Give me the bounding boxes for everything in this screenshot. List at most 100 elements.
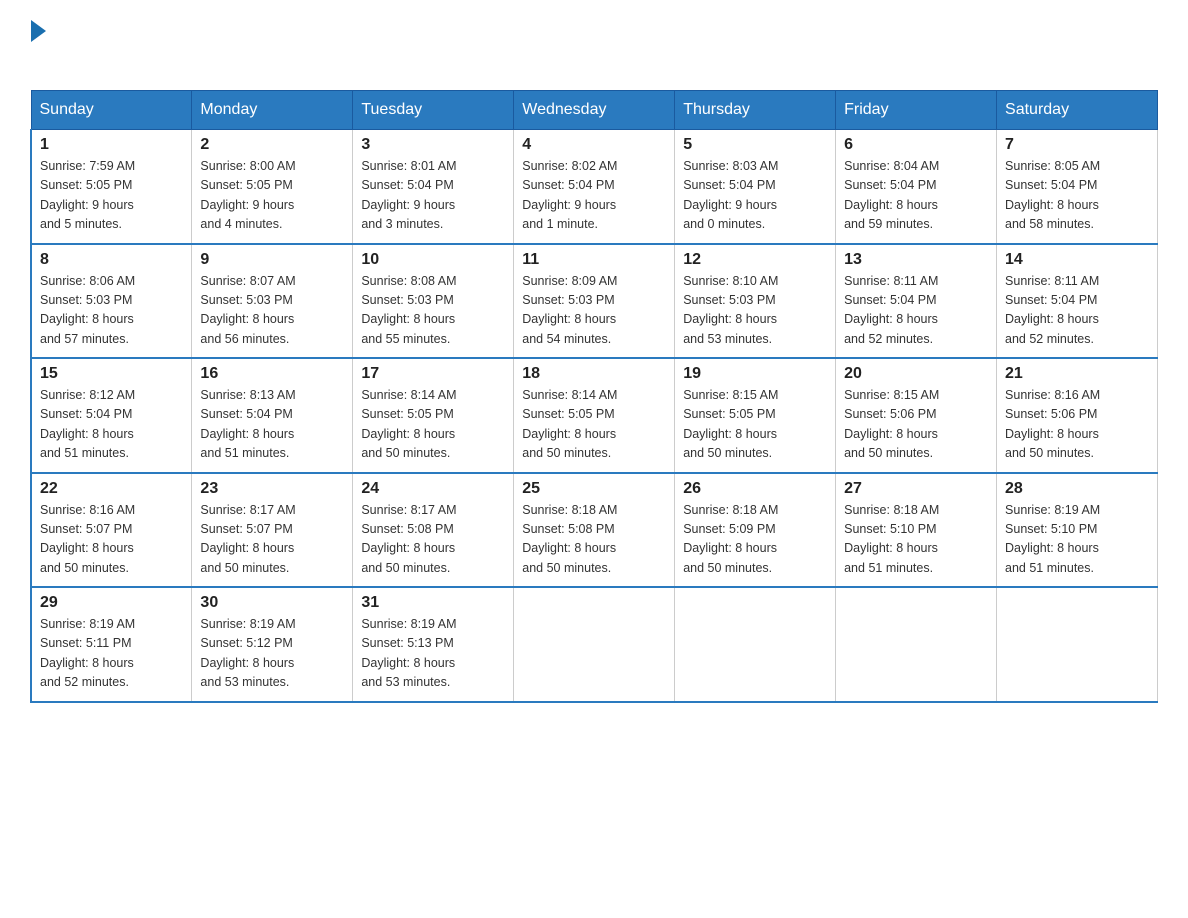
- day-info: Sunrise: 8:14 AMSunset: 5:05 PMDaylight:…: [522, 386, 666, 464]
- column-header-sunday: Sunday: [31, 91, 192, 130]
- day-number: 1: [40, 136, 183, 154]
- day-number: 10: [361, 251, 505, 269]
- day-number: 7: [1005, 136, 1149, 154]
- calendar-cell: 13 Sunrise: 8:11 AMSunset: 5:04 PMDaylig…: [836, 244, 997, 359]
- day-number: 14: [1005, 251, 1149, 269]
- day-number: 17: [361, 365, 505, 383]
- day-number: 6: [844, 136, 988, 154]
- day-info: Sunrise: 8:01 AMSunset: 5:04 PMDaylight:…: [361, 157, 505, 235]
- calendar-cell: 2 Sunrise: 8:00 AMSunset: 5:05 PMDayligh…: [192, 130, 353, 244]
- logo: [30, 20, 46, 70]
- day-number: 30: [200, 594, 344, 612]
- calendar-cell: 16 Sunrise: 8:13 AMSunset: 5:04 PMDaylig…: [192, 358, 353, 473]
- day-number: 27: [844, 480, 988, 498]
- day-number: 26: [683, 480, 827, 498]
- day-number: 18: [522, 365, 666, 383]
- column-header-tuesday: Tuesday: [353, 91, 514, 130]
- calendar-cell: 25 Sunrise: 8:18 AMSunset: 5:08 PMDaylig…: [514, 473, 675, 588]
- day-info: Sunrise: 8:18 AMSunset: 5:09 PMDaylight:…: [683, 501, 827, 579]
- day-number: 2: [200, 136, 344, 154]
- calendar-cell: 20 Sunrise: 8:15 AMSunset: 5:06 PMDaylig…: [836, 358, 997, 473]
- calendar-table: SundayMondayTuesdayWednesdayThursdayFrid…: [30, 90, 1158, 703]
- calendar-cell: 4 Sunrise: 8:02 AMSunset: 5:04 PMDayligh…: [514, 130, 675, 244]
- calendar-cell: 15 Sunrise: 8:12 AMSunset: 5:04 PMDaylig…: [31, 358, 192, 473]
- day-info: Sunrise: 8:06 AMSunset: 5:03 PMDaylight:…: [40, 272, 183, 350]
- calendar-cell: 11 Sunrise: 8:09 AMSunset: 5:03 PMDaylig…: [514, 244, 675, 359]
- calendar-cell: 27 Sunrise: 8:18 AMSunset: 5:10 PMDaylig…: [836, 473, 997, 588]
- calendar-cell: 3 Sunrise: 8:01 AMSunset: 5:04 PMDayligh…: [353, 130, 514, 244]
- calendar-cell: [675, 587, 836, 702]
- calendar-cell: [514, 587, 675, 702]
- day-info: Sunrise: 8:05 AMSunset: 5:04 PMDaylight:…: [1005, 157, 1149, 235]
- day-number: 20: [844, 365, 988, 383]
- day-info: Sunrise: 8:14 AMSunset: 5:05 PMDaylight:…: [361, 386, 505, 464]
- day-info: Sunrise: 8:09 AMSunset: 5:03 PMDaylight:…: [522, 272, 666, 350]
- day-number: 23: [200, 480, 344, 498]
- day-number: 25: [522, 480, 666, 498]
- day-info: Sunrise: 8:18 AMSunset: 5:10 PMDaylight:…: [844, 501, 988, 579]
- day-info: Sunrise: 8:07 AMSunset: 5:03 PMDaylight:…: [200, 272, 344, 350]
- day-info: Sunrise: 8:17 AMSunset: 5:07 PMDaylight:…: [200, 501, 344, 579]
- calendar-cell: 12 Sunrise: 8:10 AMSunset: 5:03 PMDaylig…: [675, 244, 836, 359]
- day-number: 3: [361, 136, 505, 154]
- calendar-cell: 1 Sunrise: 7:59 AMSunset: 5:05 PMDayligh…: [31, 130, 192, 244]
- calendar-header-row: SundayMondayTuesdayWednesdayThursdayFrid…: [31, 91, 1158, 130]
- calendar-cell: [836, 587, 997, 702]
- day-number: 21: [1005, 365, 1149, 383]
- calendar-cell: 23 Sunrise: 8:17 AMSunset: 5:07 PMDaylig…: [192, 473, 353, 588]
- calendar-cell: 14 Sunrise: 8:11 AMSunset: 5:04 PMDaylig…: [997, 244, 1158, 359]
- day-number: 9: [200, 251, 344, 269]
- day-info: Sunrise: 8:11 AMSunset: 5:04 PMDaylight:…: [844, 272, 988, 350]
- calendar-cell: 10 Sunrise: 8:08 AMSunset: 5:03 PMDaylig…: [353, 244, 514, 359]
- calendar-cell: 7 Sunrise: 8:05 AMSunset: 5:04 PMDayligh…: [997, 130, 1158, 244]
- calendar-week-row: 29 Sunrise: 8:19 AMSunset: 5:11 PMDaylig…: [31, 587, 1158, 702]
- day-info: Sunrise: 8:04 AMSunset: 5:04 PMDaylight:…: [844, 157, 988, 235]
- calendar-cell: 18 Sunrise: 8:14 AMSunset: 5:05 PMDaylig…: [514, 358, 675, 473]
- calendar-cell: 28 Sunrise: 8:19 AMSunset: 5:10 PMDaylig…: [997, 473, 1158, 588]
- day-info: Sunrise: 8:19 AMSunset: 5:11 PMDaylight:…: [40, 615, 183, 693]
- column-header-wednesday: Wednesday: [514, 91, 675, 130]
- calendar-cell: 31 Sunrise: 8:19 AMSunset: 5:13 PMDaylig…: [353, 587, 514, 702]
- calendar-cell: [997, 587, 1158, 702]
- day-info: Sunrise: 8:15 AMSunset: 5:06 PMDaylight:…: [844, 386, 988, 464]
- calendar-cell: 17 Sunrise: 8:14 AMSunset: 5:05 PMDaylig…: [353, 358, 514, 473]
- day-info: Sunrise: 7:59 AMSunset: 5:05 PMDaylight:…: [40, 157, 183, 235]
- calendar-cell: 5 Sunrise: 8:03 AMSunset: 5:04 PMDayligh…: [675, 130, 836, 244]
- calendar-week-row: 22 Sunrise: 8:16 AMSunset: 5:07 PMDaylig…: [31, 473, 1158, 588]
- calendar-cell: 19 Sunrise: 8:15 AMSunset: 5:05 PMDaylig…: [675, 358, 836, 473]
- day-info: Sunrise: 8:11 AMSunset: 5:04 PMDaylight:…: [1005, 272, 1149, 350]
- day-number: 12: [683, 251, 827, 269]
- day-number: 15: [40, 365, 183, 383]
- column-header-monday: Monday: [192, 91, 353, 130]
- day-info: Sunrise: 8:17 AMSunset: 5:08 PMDaylight:…: [361, 501, 505, 579]
- day-info: Sunrise: 8:03 AMSunset: 5:04 PMDaylight:…: [683, 157, 827, 235]
- day-info: Sunrise: 8:00 AMSunset: 5:05 PMDaylight:…: [200, 157, 344, 235]
- day-info: Sunrise: 8:19 AMSunset: 5:13 PMDaylight:…: [361, 615, 505, 693]
- day-number: 31: [361, 594, 505, 612]
- column-header-friday: Friday: [836, 91, 997, 130]
- page-header: [30, 20, 1158, 70]
- day-info: Sunrise: 8:19 AMSunset: 5:10 PMDaylight:…: [1005, 501, 1149, 579]
- calendar-cell: 22 Sunrise: 8:16 AMSunset: 5:07 PMDaylig…: [31, 473, 192, 588]
- calendar-cell: 21 Sunrise: 8:16 AMSunset: 5:06 PMDaylig…: [997, 358, 1158, 473]
- calendar-cell: 24 Sunrise: 8:17 AMSunset: 5:08 PMDaylig…: [353, 473, 514, 588]
- day-number: 24: [361, 480, 505, 498]
- column-header-saturday: Saturday: [997, 91, 1158, 130]
- day-number: 8: [40, 251, 183, 269]
- day-number: 5: [683, 136, 827, 154]
- calendar-cell: 6 Sunrise: 8:04 AMSunset: 5:04 PMDayligh…: [836, 130, 997, 244]
- day-info: Sunrise: 8:10 AMSunset: 5:03 PMDaylight:…: [683, 272, 827, 350]
- day-info: Sunrise: 8:12 AMSunset: 5:04 PMDaylight:…: [40, 386, 183, 464]
- day-info: Sunrise: 8:19 AMSunset: 5:12 PMDaylight:…: [200, 615, 344, 693]
- day-info: Sunrise: 8:13 AMSunset: 5:04 PMDaylight:…: [200, 386, 344, 464]
- day-info: Sunrise: 8:08 AMSunset: 5:03 PMDaylight:…: [361, 272, 505, 350]
- calendar-cell: 29 Sunrise: 8:19 AMSunset: 5:11 PMDaylig…: [31, 587, 192, 702]
- day-info: Sunrise: 8:02 AMSunset: 5:04 PMDaylight:…: [522, 157, 666, 235]
- day-info: Sunrise: 8:16 AMSunset: 5:07 PMDaylight:…: [40, 501, 183, 579]
- calendar-week-row: 15 Sunrise: 8:12 AMSunset: 5:04 PMDaylig…: [31, 358, 1158, 473]
- calendar-week-row: 8 Sunrise: 8:06 AMSunset: 5:03 PMDayligh…: [31, 244, 1158, 359]
- day-number: 19: [683, 365, 827, 383]
- day-info: Sunrise: 8:16 AMSunset: 5:06 PMDaylight:…: [1005, 386, 1149, 464]
- day-number: 28: [1005, 480, 1149, 498]
- calendar-cell: 30 Sunrise: 8:19 AMSunset: 5:12 PMDaylig…: [192, 587, 353, 702]
